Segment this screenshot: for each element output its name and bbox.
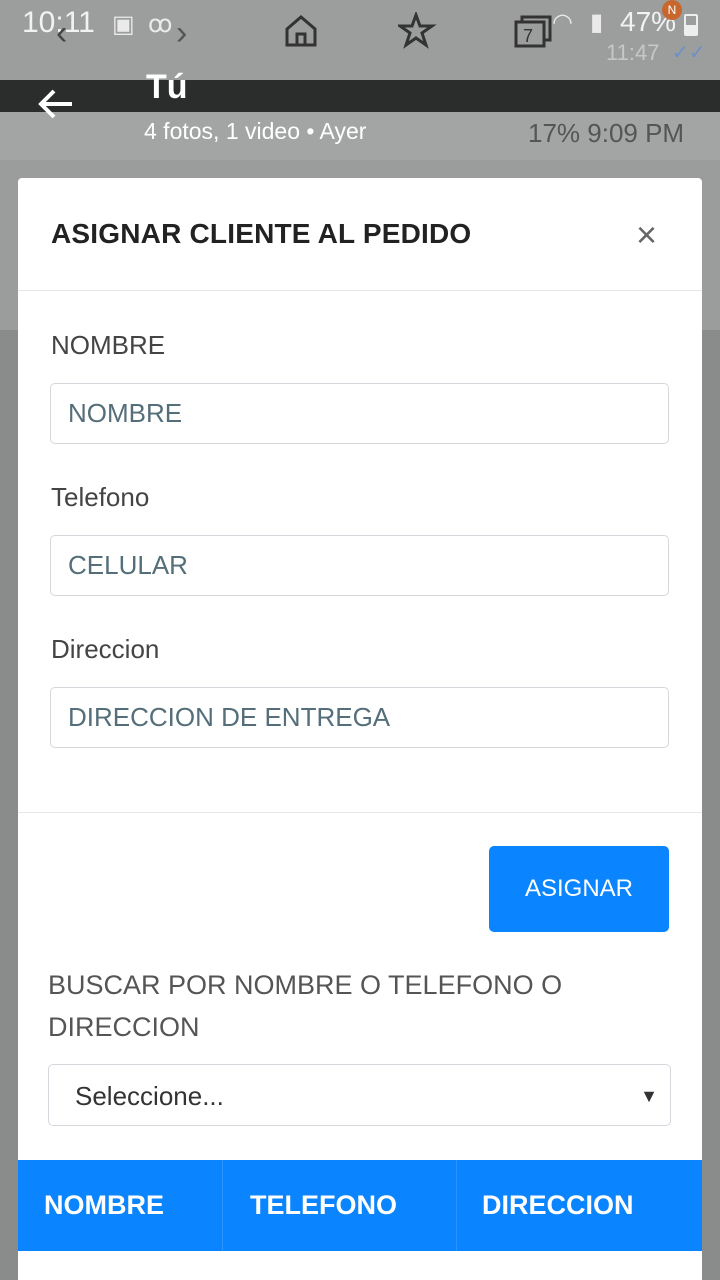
search-label: BUSCAR POR NOMBRE O TELEFONO O DIRECCION [48, 970, 563, 1042]
direccion-input[interactable]: DIRECCION DE ENTREGA [50, 687, 669, 748]
nombre-input[interactable]: NOMBRE [50, 383, 669, 444]
nombre-label: NOMBRE [51, 330, 166, 360]
modal-title: ASIGNAR CLIENTE AL PEDIDO [51, 218, 472, 249]
image-icon: ▣ [112, 11, 135, 38]
telefono-label: Telefono [51, 482, 150, 512]
back-chevron-icon[interactable]: ‹ [56, 14, 67, 53]
read-check-icon: ✓✓ [672, 42, 706, 64]
signal-icon: ▮ [590, 9, 604, 36]
table-header: NOMBRE TELEFONO DIRECCION [18, 1160, 702, 1251]
home-icon[interactable] [282, 12, 320, 59]
close-icon[interactable]: × [636, 214, 657, 256]
chat-status-overlay: 17% 9:09 PM [528, 118, 685, 148]
chat-toolbar [0, 80, 720, 112]
column-header-telefono[interactable]: TELEFONO [250, 1160, 397, 1251]
message-time: 11:47 [606, 40, 660, 65]
client-select[interactable]: Seleccione... ▼ [48, 1064, 671, 1126]
caret-down-icon: ▼ [640, 1086, 658, 1106]
star-icon[interactable] [395, 10, 440, 59]
modal-divider [18, 812, 702, 813]
forward-chevron-icon[interactable]: › [176, 14, 187, 53]
chat-subtitle: 4 fotos, 1 video • Ayer [144, 118, 367, 144]
column-separator [222, 1160, 223, 1251]
back-arrow-icon[interactable] [36, 84, 76, 131]
assign-button[interactable]: ASIGNAR [489, 846, 669, 932]
telefono-input[interactable]: CELULAR [50, 535, 669, 596]
wifi-icon: ◠ [552, 9, 573, 36]
status-bar: 10:11 ▣ ꝏ ‹ › 7 ◠ ▮ 47% N 11:47 ✓✓ [0, 0, 720, 80]
column-separator [456, 1160, 457, 1251]
voicemail-icon: ꝏ [148, 11, 173, 38]
column-header-nombre[interactable]: NOMBRE [44, 1160, 164, 1251]
select-value: Seleccione... [75, 1081, 224, 1111]
modal-header: ASIGNAR CLIENTE AL PEDIDO × [18, 178, 702, 291]
direccion-label: Direccion [51, 634, 160, 664]
notification-badge: N [662, 0, 682, 20]
battery-icon [684, 14, 698, 36]
chat-title: Tú [146, 68, 188, 106]
assign-client-modal: ASIGNAR CLIENTE AL PEDIDO × NOMBRE NOMBR… [18, 178, 702, 1280]
column-header-direccion[interactable]: DIRECCION [482, 1160, 634, 1251]
svg-text:7: 7 [523, 26, 533, 46]
tabs-icon[interactable]: 7 [514, 14, 554, 57]
